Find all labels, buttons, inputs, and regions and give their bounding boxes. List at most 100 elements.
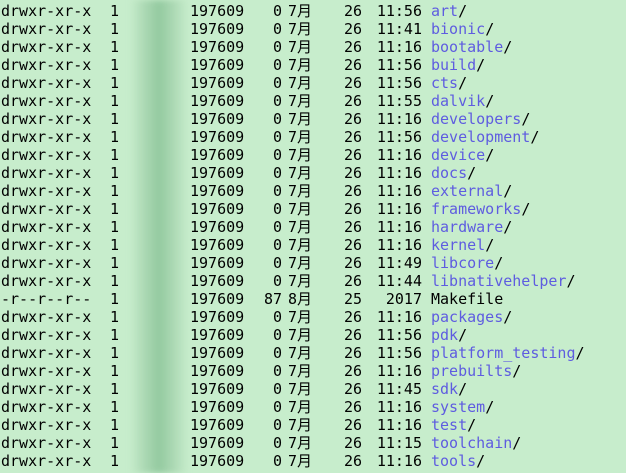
directory-entry[interactable]: libnativehelper/ [431, 272, 576, 290]
directory-entry[interactable]: toolchain/ [431, 434, 521, 452]
month: 7月 [288, 218, 313, 236]
entry-name: libnativehelper [431, 272, 567, 290]
directory-entry[interactable]: build/ [431, 56, 485, 74]
directory-entry[interactable]: tools/ [431, 452, 485, 470]
listing-row: drwxr-xr-x 1 197609 0 7月 26 11:16 packages/ [0, 308, 626, 326]
directory-entry[interactable]: docs/ [431, 164, 476, 182]
permissions: drwxr-xr-x [1, 200, 92, 218]
month: 7月 [288, 380, 313, 398]
permissions: drwxr-xr-x [1, 416, 92, 434]
owner-group-size: 197609 [190, 398, 245, 416]
directory-entry[interactable]: test/ [431, 416, 476, 434]
entry-name: libcore [431, 254, 495, 272]
size: 0 [272, 74, 282, 92]
entry-name: device [431, 146, 486, 164]
permissions: drwxr-xr-x [1, 56, 92, 74]
size: 0 [272, 434, 282, 452]
listing-row: drwxr-xr-x 1 197609 0 7月 26 11:45 sdk/ [0, 380, 626, 398]
entry-suffix: / [476, 452, 486, 470]
listing-row: drwxr-xr-x 1 197609 0 7月 26 11:55 dalvik/ [0, 92, 626, 110]
file-entry[interactable]: Makefile [431, 290, 503, 308]
link-count: 1 [110, 56, 120, 74]
entry-suffix: / [521, 110, 531, 128]
owner-group-size: 197609 [190, 290, 245, 308]
time-or-year: 11:16 [376, 452, 422, 470]
link-count: 1 [110, 92, 120, 110]
directory-entry[interactable]: sdk/ [431, 380, 467, 398]
directory-entry[interactable]: developers/ [431, 110, 530, 128]
directory-entry[interactable]: cts/ [431, 74, 467, 92]
link-count: 1 [110, 380, 120, 398]
directory-entry[interactable]: system/ [431, 398, 494, 416]
day: 26 [343, 326, 362, 344]
size: 0 [272, 128, 282, 146]
day: 26 [343, 56, 362, 74]
link-count: 1 [110, 128, 120, 146]
day: 26 [343, 182, 362, 200]
directory-entry[interactable]: frameworks/ [431, 200, 530, 218]
directory-entry[interactable]: art/ [431, 2, 467, 20]
entry-suffix: / [458, 380, 468, 398]
link-count: 1 [110, 362, 120, 380]
directory-entry[interactable]: external/ [431, 182, 512, 200]
entry-suffix: / [467, 416, 477, 434]
permissions: drwxr-xr-x [1, 110, 92, 128]
link-count: 1 [110, 398, 120, 416]
link-count: 1 [110, 182, 120, 200]
directory-entry[interactable]: kernel/ [431, 236, 494, 254]
entry-suffix: / [476, 56, 486, 74]
listing-row: drwxr-xr-x 1 197609 0 7月 26 11:16 test/ [0, 416, 626, 434]
owner-group-size: 197609 [190, 416, 245, 434]
size: 0 [272, 380, 282, 398]
link-count: 1 [110, 416, 120, 434]
time-or-year: 11:41 [376, 20, 422, 38]
listing-row: drwxr-xr-x 1 197609 0 7月 26 11:49 libcore/ [0, 254, 626, 272]
entry-suffix: / [485, 92, 495, 110]
month: 7月 [288, 200, 313, 218]
month: 7月 [288, 254, 313, 272]
directory-entry[interactable]: bionic/ [431, 20, 494, 38]
time-or-year: 11:16 [376, 38, 422, 56]
entry-suffix: / [503, 308, 513, 326]
size: 0 [272, 416, 282, 434]
day: 26 [343, 380, 362, 398]
entry-suffix: / [521, 200, 531, 218]
terminal-listing: drwxr-xr-x 1 197609 0 7月 26 11:56 art/drwxr-xr-… [0, 0, 626, 473]
month: 7月 [288, 434, 313, 452]
entry-name: docs [431, 164, 468, 182]
permissions: drwxr-xr-x [1, 380, 92, 398]
directory-entry[interactable]: libcore/ [431, 254, 503, 272]
directory-entry[interactable]: dalvik/ [431, 92, 494, 110]
link-count: 1 [110, 326, 120, 344]
month: 7月 [288, 110, 313, 128]
directory-entry[interactable]: platform_testing/ [431, 344, 585, 362]
entry-suffix: / [458, 74, 468, 92]
size: 0 [272, 200, 282, 218]
directory-entry[interactable]: device/ [431, 146, 494, 164]
size: 0 [272, 20, 282, 38]
link-count: 1 [110, 110, 120, 128]
size: 0 [272, 326, 282, 344]
day: 26 [343, 2, 362, 20]
listing-row: drwxr-xr-x 1 197609 0 7月 26 11:56 development/ [0, 128, 626, 146]
time-or-year: 11:55 [376, 92, 422, 110]
listing-row: drwxr-xr-x 1 197609 0 7月 26 11:16 prebuilts/ [0, 362, 626, 380]
listing-row: drwxr-xr-x 1 197609 0 7月 26 11:41 bionic/ [0, 20, 626, 38]
permissions: drwxr-xr-x [1, 182, 92, 200]
directory-entry[interactable]: prebuilts/ [431, 362, 521, 380]
directory-entry[interactable]: hardware/ [431, 218, 512, 236]
directory-entry[interactable]: bootable/ [431, 38, 512, 56]
directory-entry[interactable]: pdk/ [431, 326, 467, 344]
owner-group-size: 197609 [190, 146, 245, 164]
entry-suffix: / [566, 272, 576, 290]
entry-suffix: / [503, 182, 513, 200]
day: 26 [343, 362, 362, 380]
directory-entry[interactable]: development/ [431, 128, 539, 146]
directory-entry[interactable]: packages/ [431, 308, 512, 326]
month: 7月 [288, 272, 313, 290]
size: 87 [263, 290, 282, 308]
listing-row: drwxr-xr-x 1 197609 0 7月 26 11:16 device/ [0, 146, 626, 164]
owner-group-size: 197609 [190, 218, 245, 236]
permissions: drwxr-xr-x [1, 164, 92, 182]
time-or-year: 11:56 [376, 128, 422, 146]
